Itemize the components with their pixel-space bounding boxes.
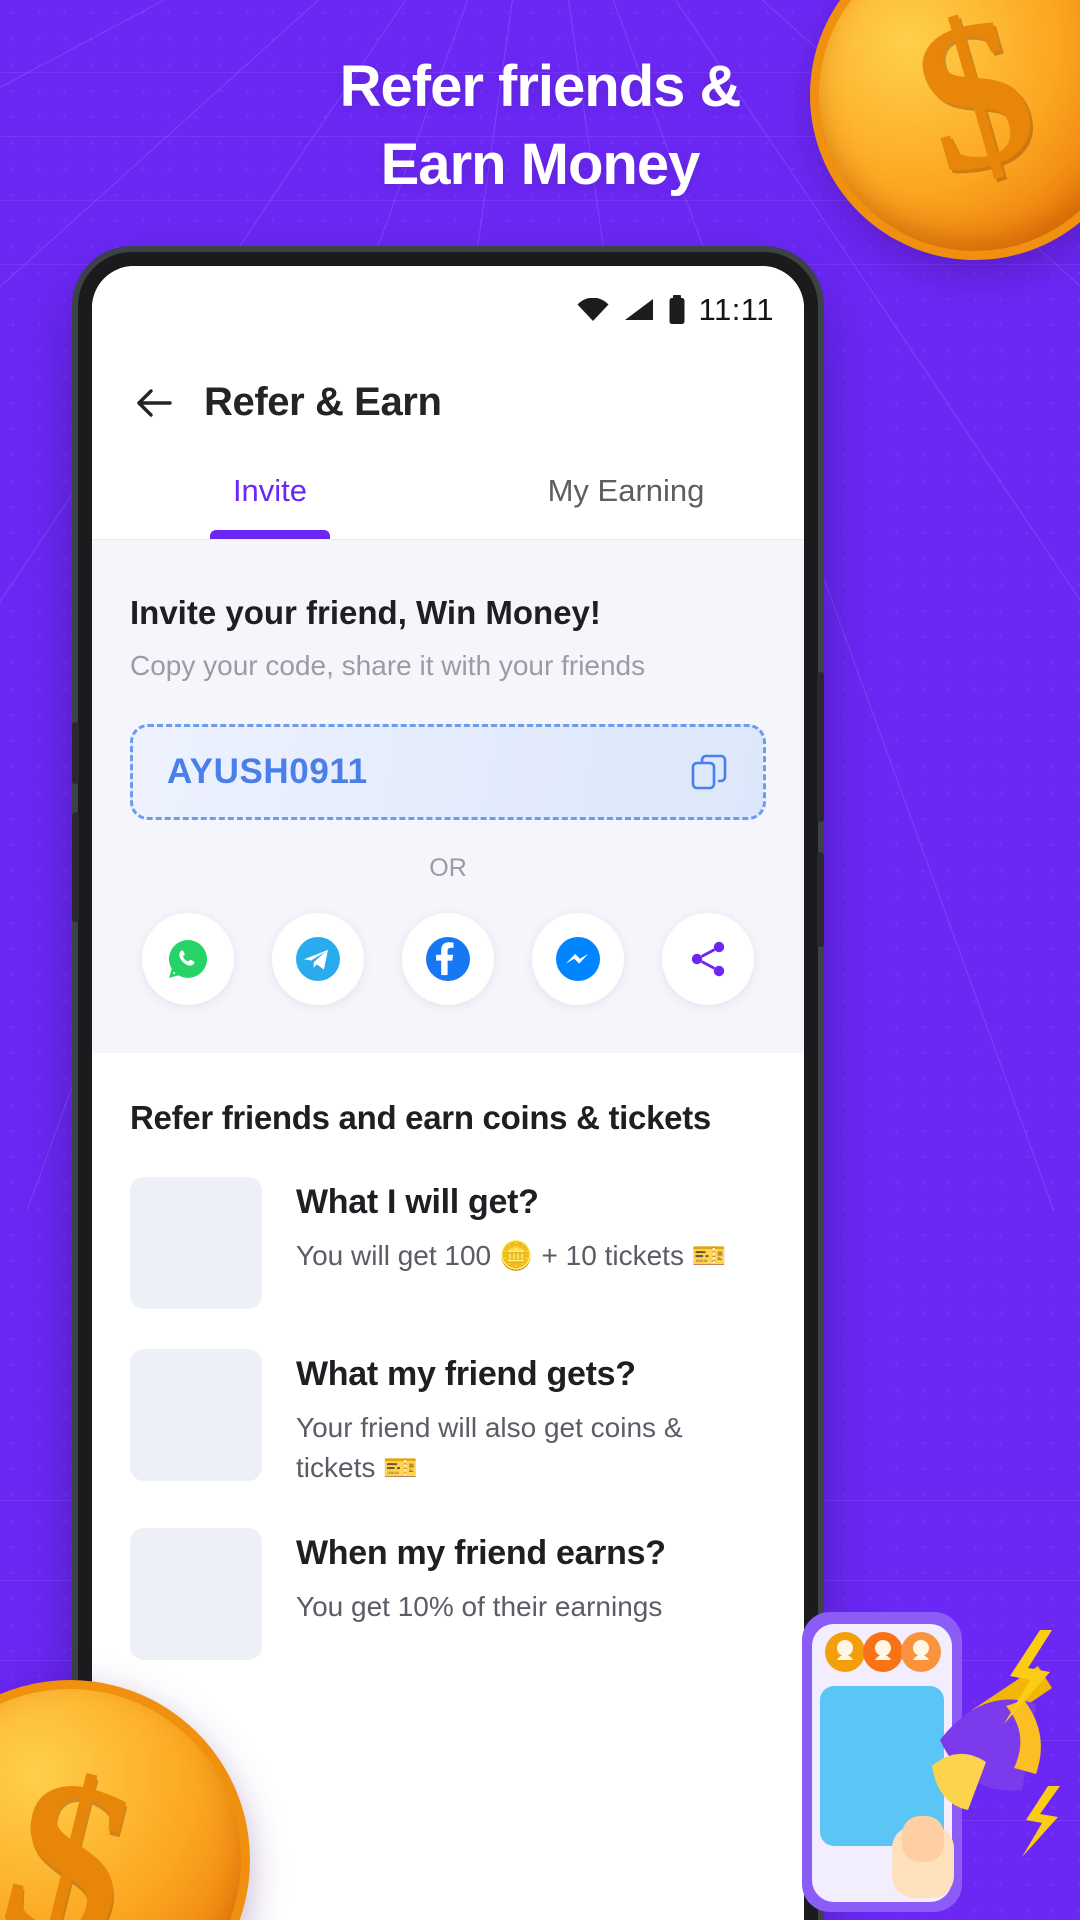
headline-line-1: Refer friends & — [339, 54, 742, 119]
benefit-heading: What I will get? — [296, 1183, 539, 1221]
social-share-row — [130, 913, 766, 1005]
share-telegram-button[interactable] — [272, 913, 364, 1005]
dollar-sign: $ — [0, 1722, 157, 1920]
list-item[interactable]: What I will get? You will get 100 🪙 + 10… — [130, 1177, 766, 1309]
or-separator-label: OR — [429, 854, 467, 882]
share-messenger-button[interactable] — [532, 913, 624, 1005]
benefits-title: Refer friends and earn coins & tickets — [130, 1099, 711, 1136]
phone-side-button — [72, 722, 79, 784]
phone-screen: 11:11 Refer & Earn Invite My Earning Inv… — [92, 266, 804, 1920]
phone-side-button — [817, 672, 824, 822]
copy-icon[interactable] — [689, 752, 729, 792]
benefit-description: You will get 100 🪙 + 10 tickets 🎫 — [296, 1240, 727, 1271]
share-more-button[interactable] — [662, 913, 754, 1005]
status-time: 11:11 — [698, 292, 774, 327]
page-title: Refer & Earn — [204, 380, 442, 424]
list-item[interactable]: What my friend gets? Your friend will al… — [130, 1349, 766, 1488]
share-whatsapp-button[interactable] — [142, 913, 234, 1005]
tab-my-earning-label: My Earning — [547, 473, 705, 508]
invite-subtitle: Copy your code, share it with your frien… — [130, 650, 646, 681]
list-item[interactable]: When my friend earns? You get 10% of the… — [130, 1527, 766, 1660]
referral-code-box[interactable]: AYUSH0911 — [130, 724, 766, 820]
back-arrow-icon[interactable] — [132, 381, 176, 425]
benefit-thumbnail — [130, 1527, 262, 1660]
headline-line-2: Earn Money — [380, 132, 701, 198]
app-header: Refer & Earn — [92, 338, 804, 451]
phone-mockup: 11:11 Refer & Earn Invite My Earning Inv… — [72, 252, 824, 1920]
referral-code-value: AYUSH0911 — [167, 752, 368, 791]
benefit-description: Your friend will also get coins & ticket… — [296, 1412, 683, 1483]
tab-invite-label: Invite — [232, 473, 308, 508]
wifi-icon — [576, 298, 610, 322]
battery-icon — [668, 295, 686, 325]
phone-side-button — [817, 852, 824, 947]
benefit-heading: When my friend earns? — [296, 1533, 666, 1572]
benefit-description: You get 10% of their earnings — [296, 1590, 663, 1622]
tab-my-earning[interactable]: My Earning — [448, 451, 804, 539]
invite-title: Invite your friend, Win Money! — [130, 594, 601, 631]
phone-side-button — [72, 812, 79, 922]
signal-icon — [623, 298, 655, 322]
benefit-thumbnail — [130, 1349, 262, 1481]
benefit-thumbnail — [130, 1177, 262, 1309]
benefit-heading: What my friend gets? — [296, 1355, 636, 1393]
tab-bar: Invite My Earning — [92, 451, 804, 539]
invite-panel: Invite your friend, Win Money! Copy your… — [92, 540, 804, 1053]
benefits-section: Refer friends and earn coins & tickets W… — [92, 1053, 804, 1660]
promo-headline: Refer friends & Earn Money — [0, 48, 1080, 205]
share-facebook-button[interactable] — [402, 913, 494, 1005]
status-bar: 11:11 — [92, 266, 804, 338]
tab-invite[interactable]: Invite — [92, 451, 448, 539]
